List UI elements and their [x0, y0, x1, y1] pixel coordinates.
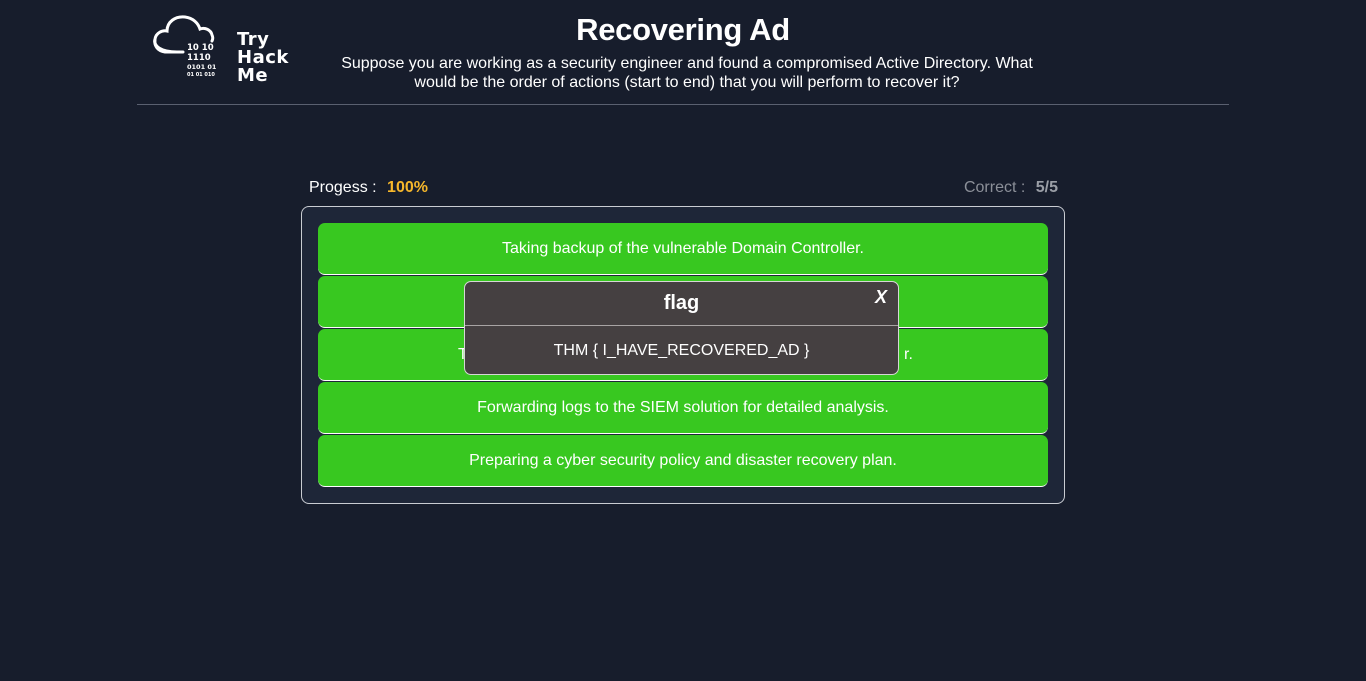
binary-line-3: 0101 01: [187, 63, 217, 71]
answer-item-4[interactable]: Forwarding logs to the SIEM solution for…: [318, 382, 1048, 434]
correct-value: 5/5: [1035, 179, 1058, 196]
logo-word-me: Me: [237, 65, 269, 86]
flag-modal: flag X THM { I_HAVE_RECOVERED_AD }: [464, 281, 899, 375]
answer-item-1[interactable]: Taking backup of the vulnerable Domain C…: [318, 223, 1048, 275]
page-header: 10 10 1110 0101 01 01 01 010 Try Hack Me…: [137, 0, 1229, 105]
progress-label: Progess :: [309, 179, 377, 196]
question-text: Suppose you are working as a security en…: [341, 55, 1033, 91]
answer-label: Taking backup of the vulnerable Domain C…: [502, 240, 864, 257]
binary-line-2: 1110: [187, 53, 211, 63]
flag-modal-title: flag: [663, 292, 700, 314]
flag-value: THM { I_HAVE_RECOVERED_AD }: [553, 342, 810, 359]
answer-label: Preparing a cyber security policy and di…: [469, 452, 897, 469]
correct-label: Correct :: [963, 179, 1026, 196]
close-button[interactable]: X: [875, 287, 887, 308]
progress-value: 100%: [387, 179, 428, 196]
page-title: Recovering Ad: [576, 12, 790, 47]
progress-indicator: Progess : 100%: [309, 179, 428, 197]
answer-item-5[interactable]: Preparing a cyber security policy and di…: [318, 435, 1048, 487]
page: 10 10 1110 0101 01 01 01 010 Try Hack Me…: [0, 0, 1366, 681]
answer-label: Forwarding logs to the SIEM solution for…: [477, 399, 889, 416]
answer-label-right-fragment: r.: [904, 346, 913, 363]
binary-line-4: 01 01 010: [187, 72, 215, 78]
flag-modal-header: flag X: [465, 282, 898, 326]
correct-counter: Correct : 5/5: [964, 179, 1058, 197]
